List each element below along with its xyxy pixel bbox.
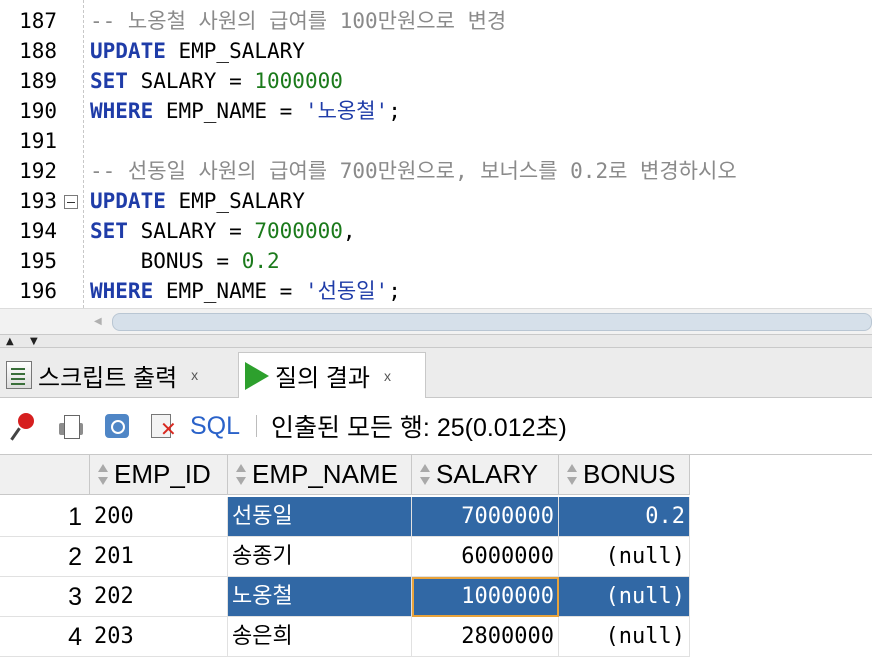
code-line-188[interactable]: 188 UPDATE EMP_SALARY [0,36,872,66]
code-line-187[interactable]: 187 -- 노옹철 사원의 급여를 100만원으로 변경 [0,6,872,36]
row-number[interactable]: 3 [0,577,90,617]
cell-salary[interactable]: 1000000 [412,577,559,617]
column-header-emp-id[interactable]: EMP_ID [90,455,228,495]
line-number: 187 [19,9,57,33]
table-row[interactable]: 3 202 노옹철 1000000 (null) [0,577,690,617]
close-tab-icon[interactable]: x [384,368,391,384]
cell-bonus[interactable]: (null) [559,577,690,617]
toolbar-separator [256,415,258,437]
code-text[interactable]: SET SALARY = 1000000 [90,66,343,96]
cell-salary[interactable]: 7000000 [412,497,559,537]
code-line-193[interactable]: 193 UPDATE EMP_SALARY [0,186,872,216]
output-tab-bar: 스크립트 출력 x 질의 결과 x [0,348,872,398]
splitter-down-icon[interactable]: ▼ [30,336,38,348]
column-header-salary[interactable]: SALARY [412,455,559,495]
tab-query-result[interactable]: 질의 결과 x [238,352,426,398]
column-header-emp-name[interactable]: EMP_NAME [228,455,412,495]
code-text[interactable]: BONUS = 0.2 [90,246,280,276]
scrollbar-thumb[interactable] [112,313,872,331]
line-number: 194 [19,219,57,243]
line-number: 195 [19,249,57,273]
sql-link[interactable]: SQL [190,412,240,441]
cell-bonus[interactable]: 0.2 [559,497,690,537]
code-text[interactable]: -- 선동일 사원의 급여를 700만원으로, 보너스를 0.2로 변경하시오 [90,156,737,186]
sort-icon[interactable] [96,463,110,487]
fold-collapse-icon[interactable] [64,195,78,209]
cell-salary[interactable]: 2800000 [412,617,559,657]
code-text[interactable]: WHERE EMP_NAME = '선동일'; [90,276,401,306]
sort-icon[interactable] [565,463,579,487]
refresh-icon[interactable] [102,411,132,441]
code-text[interactable]: SET SALARY = 7000000, [90,216,356,246]
run-query-icon [245,361,269,390]
code-line-190[interactable]: 190 WHERE EMP_NAME = '노옹철'; [0,96,872,126]
column-header-label: EMP_ID [114,459,211,489]
cell-bonus[interactable]: (null) [559,537,690,577]
tab-label: 스크립트 출력 [38,364,178,392]
sort-icon[interactable] [418,463,432,487]
row-number[interactable]: 4 [0,617,90,657]
scroll-left-icon[interactable]: ◀ [94,316,102,327]
table-row[interactable]: 4 203 송은희 2800000 (null) [0,617,690,657]
splitter-up-icon[interactable]: ▲ [6,336,14,348]
editor-horizontal-scrollbar[interactable]: ◀ [0,308,872,334]
code-line-189[interactable]: 189 SET SALARY = 1000000 [0,66,872,96]
clear-results-icon[interactable] [148,411,178,441]
line-number: 192 [19,159,57,183]
table-row[interactable]: 2 201 송종기 6000000 (null) [0,537,690,577]
code-line-196[interactable]: 196 WHERE EMP_NAME = '선동일'; [0,276,872,306]
line-number: 190 [19,99,57,123]
column-header-label: EMP_NAME [252,459,398,489]
cell-emp-name[interactable]: 선동일 [228,497,412,537]
code-line-195[interactable]: 195 BONUS = 0.2 [0,246,872,276]
cell-emp-id[interactable]: 200 [90,497,228,537]
cell-emp-name[interactable]: 송종기 [228,537,412,577]
cell-emp-name[interactable]: 노옹철 [228,577,412,617]
panel-splitter[interactable]: ▲ ▼ [0,334,872,348]
result-grid[interactable]: EMP_ID EMP_NAME SALARY BONUS 1 200 선동일 7… [0,454,872,664]
column-header-label: SALARY [436,459,539,489]
tab-script-output[interactable]: 스크립트 출력 x [6,352,198,398]
row-number[interactable]: 1 [0,497,90,537]
column-header-label: BONUS [583,459,676,489]
script-output-icon [6,361,32,389]
cell-emp-id[interactable]: 202 [90,577,228,617]
code-line-191[interactable]: 191 [0,126,872,156]
result-toolbar: SQL 인출된 모든 행: 25(0.012초) [0,398,872,454]
fetch-status: 인출된 모든 행: 25(0.012초) [271,414,567,442]
cell-salary[interactable]: 6000000 [412,537,559,577]
cell-emp-id[interactable]: 201 [90,537,228,577]
column-header-bonus[interactable]: BONUS [559,455,690,495]
code-text[interactable]: -- 노옹철 사원의 급여를 100만원으로 변경 [90,6,506,36]
sort-icon[interactable] [234,463,248,487]
table-row[interactable]: 1 200 선동일 7000000 0.2 [0,497,690,537]
code-text[interactable]: UPDATE EMP_SALARY [90,186,305,216]
cell-bonus[interactable]: (null) [559,617,690,657]
line-number: 191 [19,129,57,153]
line-number: 189 [19,69,57,93]
tab-label: 질의 결과 [275,365,370,392]
cell-emp-id[interactable]: 203 [90,617,228,657]
cell-emp-name[interactable]: 송은희 [228,617,412,657]
code-text[interactable]: WHERE EMP_NAME = '노옹철'; [90,96,401,126]
pin-icon[interactable] [10,411,40,441]
print-icon[interactable] [56,411,86,441]
line-number: 188 [19,39,57,63]
row-number[interactable]: 2 [0,537,90,577]
grid-corner [0,455,90,495]
code-line-192[interactable]: 192 -- 선동일 사원의 급여를 700만원으로, 보너스를 0.2로 변경… [0,156,872,186]
line-number: 196 [19,279,57,303]
line-number: 193 [19,189,57,213]
sql-editor[interactable]: 187 -- 노옹철 사원의 급여를 100만원으로 변경 188 UPDATE… [0,0,872,308]
close-tab-icon[interactable]: x [191,367,198,383]
code-line-194[interactable]: 194 SET SALARY = 7000000, [0,216,872,246]
code-text[interactable]: UPDATE EMP_SALARY [90,36,305,66]
